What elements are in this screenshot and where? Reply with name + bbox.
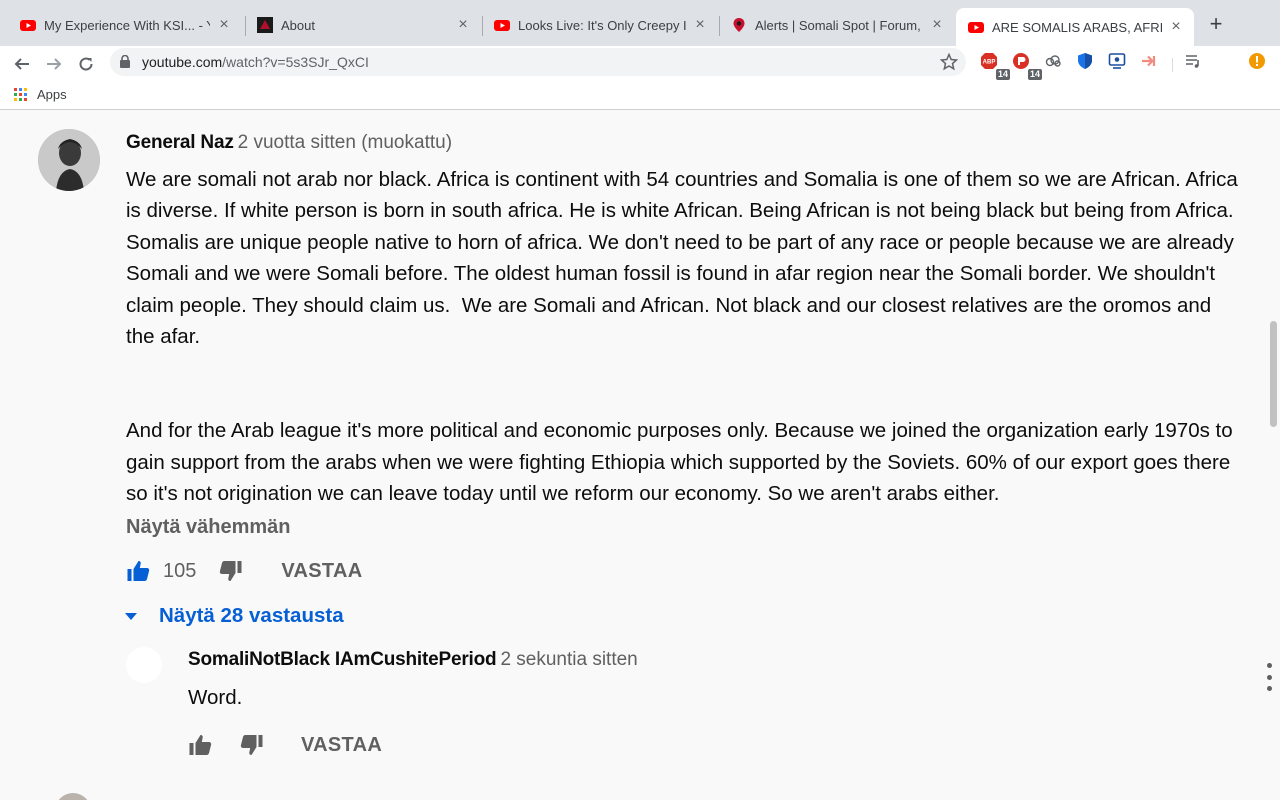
apps-grid-icon [14, 88, 27, 101]
reply-button[interactable]: VASTAA [301, 734, 382, 757]
youtube-icon [968, 22, 984, 33]
close-icon[interactable]: × [216, 17, 232, 33]
thumbs-down-icon[interactable] [239, 733, 264, 757]
media-extension[interactable] [1184, 52, 1208, 76]
browser-tab[interactable]: Alerts | Somali Spot | Forum, News × [719, 8, 955, 42]
bookmark-star-icon[interactable] [940, 53, 958, 71]
apps-label: Apps [37, 87, 67, 102]
comment-body: We are somali not arab nor black. Africa… [126, 168, 1238, 506]
arrow-left-icon [14, 58, 29, 70]
playlist-icon [1186, 55, 1199, 68]
screen-extension[interactable] [1108, 52, 1132, 76]
tab-strip: My Experience With KSI... - YouTube × Ab… [0, 0, 1280, 46]
alert-icon [1249, 53, 1265, 69]
browser-toolbar: youtube.com/watch?v=5s3SJr_QxCI ABP 14 1… [0, 46, 1280, 82]
browser-tab-active[interactable]: ARE SOMALIS ARABS, AFRICAN × [956, 8, 1194, 46]
close-icon[interactable]: × [692, 17, 708, 33]
close-icon[interactable]: × [1168, 19, 1184, 35]
privacy-extension[interactable] [1076, 52, 1100, 76]
map-pin-icon [733, 18, 745, 32]
browser-tab[interactable]: My Experience With KSI... - YouTube × [8, 8, 242, 42]
lock-icon [120, 55, 130, 68]
share-extension[interactable] [1140, 52, 1164, 76]
arrow-share-icon [1142, 55, 1156, 67]
dark-site-icon [257, 17, 273, 33]
tab-title: My Experience With KSI... - YouTube [44, 17, 210, 33]
adblock-extension[interactable]: ABP 14 [980, 52, 1010, 80]
thumbs-up-icon[interactable] [188, 733, 213, 757]
thumbs-up-icon[interactable] [126, 559, 151, 583]
reply-actions: VASTAA [188, 731, 382, 759]
shield-red-icon [1013, 53, 1029, 69]
reply-body: Word. [188, 686, 243, 709]
tab-title: About [281, 17, 315, 33]
comment-author[interactable]: General Naz [126, 132, 234, 154]
tab-title: Alerts | Somali Spot | Forum, News [755, 17, 923, 33]
svg-text:ABP: ABP [983, 60, 996, 66]
shield-icon [1078, 53, 1092, 69]
youtube-icon [494, 20, 510, 31]
thumbs-down-icon[interactable] [218, 559, 243, 583]
reply-author[interactable]: SomaliNotBlack IAmCushitePeriod [188, 649, 497, 671]
bookmarks-bar: Apps [0, 82, 1280, 110]
browser-tab[interactable]: About × [245, 8, 481, 42]
avatar[interactable] [38, 129, 100, 191]
adblock-icon: ABP [981, 53, 997, 69]
comment-timestamp[interactable]: 2 vuotta sitten (muokattu) [238, 132, 452, 154]
tab-title: Looks Live: It's Only Creepy If... [518, 17, 686, 33]
arrow-right-icon [47, 58, 62, 70]
comment-header: General Naz 2 vuotta sitten (muokattu) [126, 132, 452, 154]
cloud-icon [1045, 55, 1061, 67]
scrollbar-thumb[interactable] [1270, 321, 1277, 427]
tab-title: ARE SOMALIS ARABS, AFRICAN [992, 19, 1162, 35]
view-replies-label: Näytä 28 vastausta [159, 604, 344, 627]
reply-avatar[interactable] [126, 647, 162, 683]
like-count: 105 [163, 559, 197, 582]
reload-icon [79, 57, 93, 71]
author-photo-icon [38, 129, 100, 191]
update-button[interactable] [1248, 52, 1272, 76]
extension-badge: 14 [995, 69, 1010, 80]
apps-shortcut[interactable]: Apps [14, 87, 67, 102]
cloud-extension[interactable] [1044, 52, 1068, 76]
reload-button[interactable] [72, 50, 100, 78]
reply-timestamp[interactable]: 2 sekuntia sitten [500, 649, 637, 671]
forward-button[interactable] [40, 50, 68, 78]
back-button[interactable] [8, 50, 36, 78]
chevron-down-icon [125, 612, 137, 620]
show-less-button[interactable]: Näytä vähemmän [126, 516, 291, 539]
monitor-icon [1108, 53, 1126, 69]
address-bar[interactable]: youtube.com/watch?v=5s3SJr_QxCI [110, 48, 966, 76]
youtube-icon [20, 20, 36, 31]
close-icon[interactable]: × [455, 17, 471, 33]
comments-section: General Naz 2 vuotta sitten (muokattu) W… [0, 111, 1280, 800]
browser-tab[interactable]: Looks Live: It's Only Creepy If... × [482, 8, 718, 42]
view-replies-button[interactable]: Näytä 28 vastausta [125, 604, 344, 628]
url-text: youtube.com/watch?v=5s3SJr_QxCI [142, 54, 369, 70]
extension-badge: 14 [1027, 69, 1042, 80]
next-comment-avatar[interactable] [55, 793, 91, 800]
comment-actions: 105 VASTAA [126, 557, 362, 585]
new-tab-button[interactable]: + [1204, 13, 1228, 37]
close-icon[interactable]: × [929, 17, 945, 33]
reply-button[interactable]: VASTAA [281, 560, 362, 583]
more-options-icon[interactable] [1265, 663, 1273, 691]
reply-header: SomaliNotBlack IAmCushitePeriod 2 sekunt… [188, 649, 638, 671]
blocker-extension[interactable]: 14 [1012, 52, 1042, 80]
